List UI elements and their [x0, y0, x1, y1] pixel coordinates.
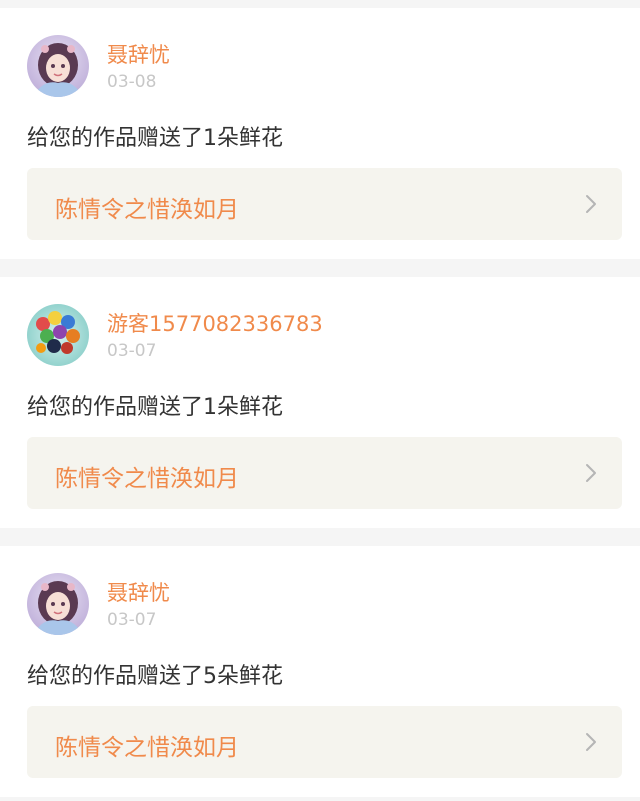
notification-header: 游客1577082336783 03-07: [27, 304, 622, 366]
card-divider: [0, 259, 640, 277]
chevron-right-icon: [586, 464, 596, 482]
notification-date: 03-07: [107, 610, 157, 630]
work-link[interactable]: 陈情令之惜涣如月: [27, 437, 622, 509]
notification-message: 给您的作品赠送了1朵鲜花: [27, 126, 283, 151]
user-name[interactable]: 游客1577082336783: [107, 308, 323, 338]
card-divider: [0, 528, 640, 546]
chevron-right-icon: [586, 733, 596, 751]
notification-message: 给您的作品赠送了5朵鲜花: [27, 664, 283, 689]
user-name[interactable]: 聂辞忧: [107, 577, 170, 607]
user-name[interactable]: 聂辞忧: [107, 39, 170, 69]
work-link[interactable]: 陈情令之惜涣如月: [27, 168, 622, 240]
notification-card: 聂辞忧 03-08 给您的作品赠送了1朵鲜花 陈情令之惜涣如月: [0, 8, 640, 259]
notification-date: 03-08: [107, 72, 157, 92]
user-avatar[interactable]: [27, 304, 89, 366]
anime-girl-avatar-icon: [27, 35, 89, 97]
notification-date: 03-07: [107, 341, 157, 361]
top-spacer: [0, 0, 640, 8]
balloons-avatar-icon: [27, 304, 89, 366]
work-title: 陈情令之惜涣如月: [55, 735, 239, 761]
work-title: 陈情令之惜涣如月: [55, 466, 239, 492]
notification-message: 给您的作品赠送了1朵鲜花: [27, 395, 283, 420]
anime-girl-avatar-icon: [27, 573, 89, 635]
notification-card: 游客1577082336783 03-07 给您的作品赠送了1朵鲜花 陈情令之惜…: [0, 277, 640, 528]
user-avatar[interactable]: [27, 573, 89, 635]
work-title: 陈情令之惜涣如月: [55, 197, 239, 223]
work-link[interactable]: 陈情令之惜涣如月: [27, 706, 622, 778]
notification-header: 聂辞忧 03-07: [27, 573, 622, 635]
chevron-right-icon: [586, 195, 596, 213]
notification-header: 聂辞忧 03-08: [27, 35, 622, 97]
user-avatar[interactable]: [27, 35, 89, 97]
notification-card: 聂辞忧 03-07 给您的作品赠送了5朵鲜花 陈情令之惜涣如月: [0, 546, 640, 797]
